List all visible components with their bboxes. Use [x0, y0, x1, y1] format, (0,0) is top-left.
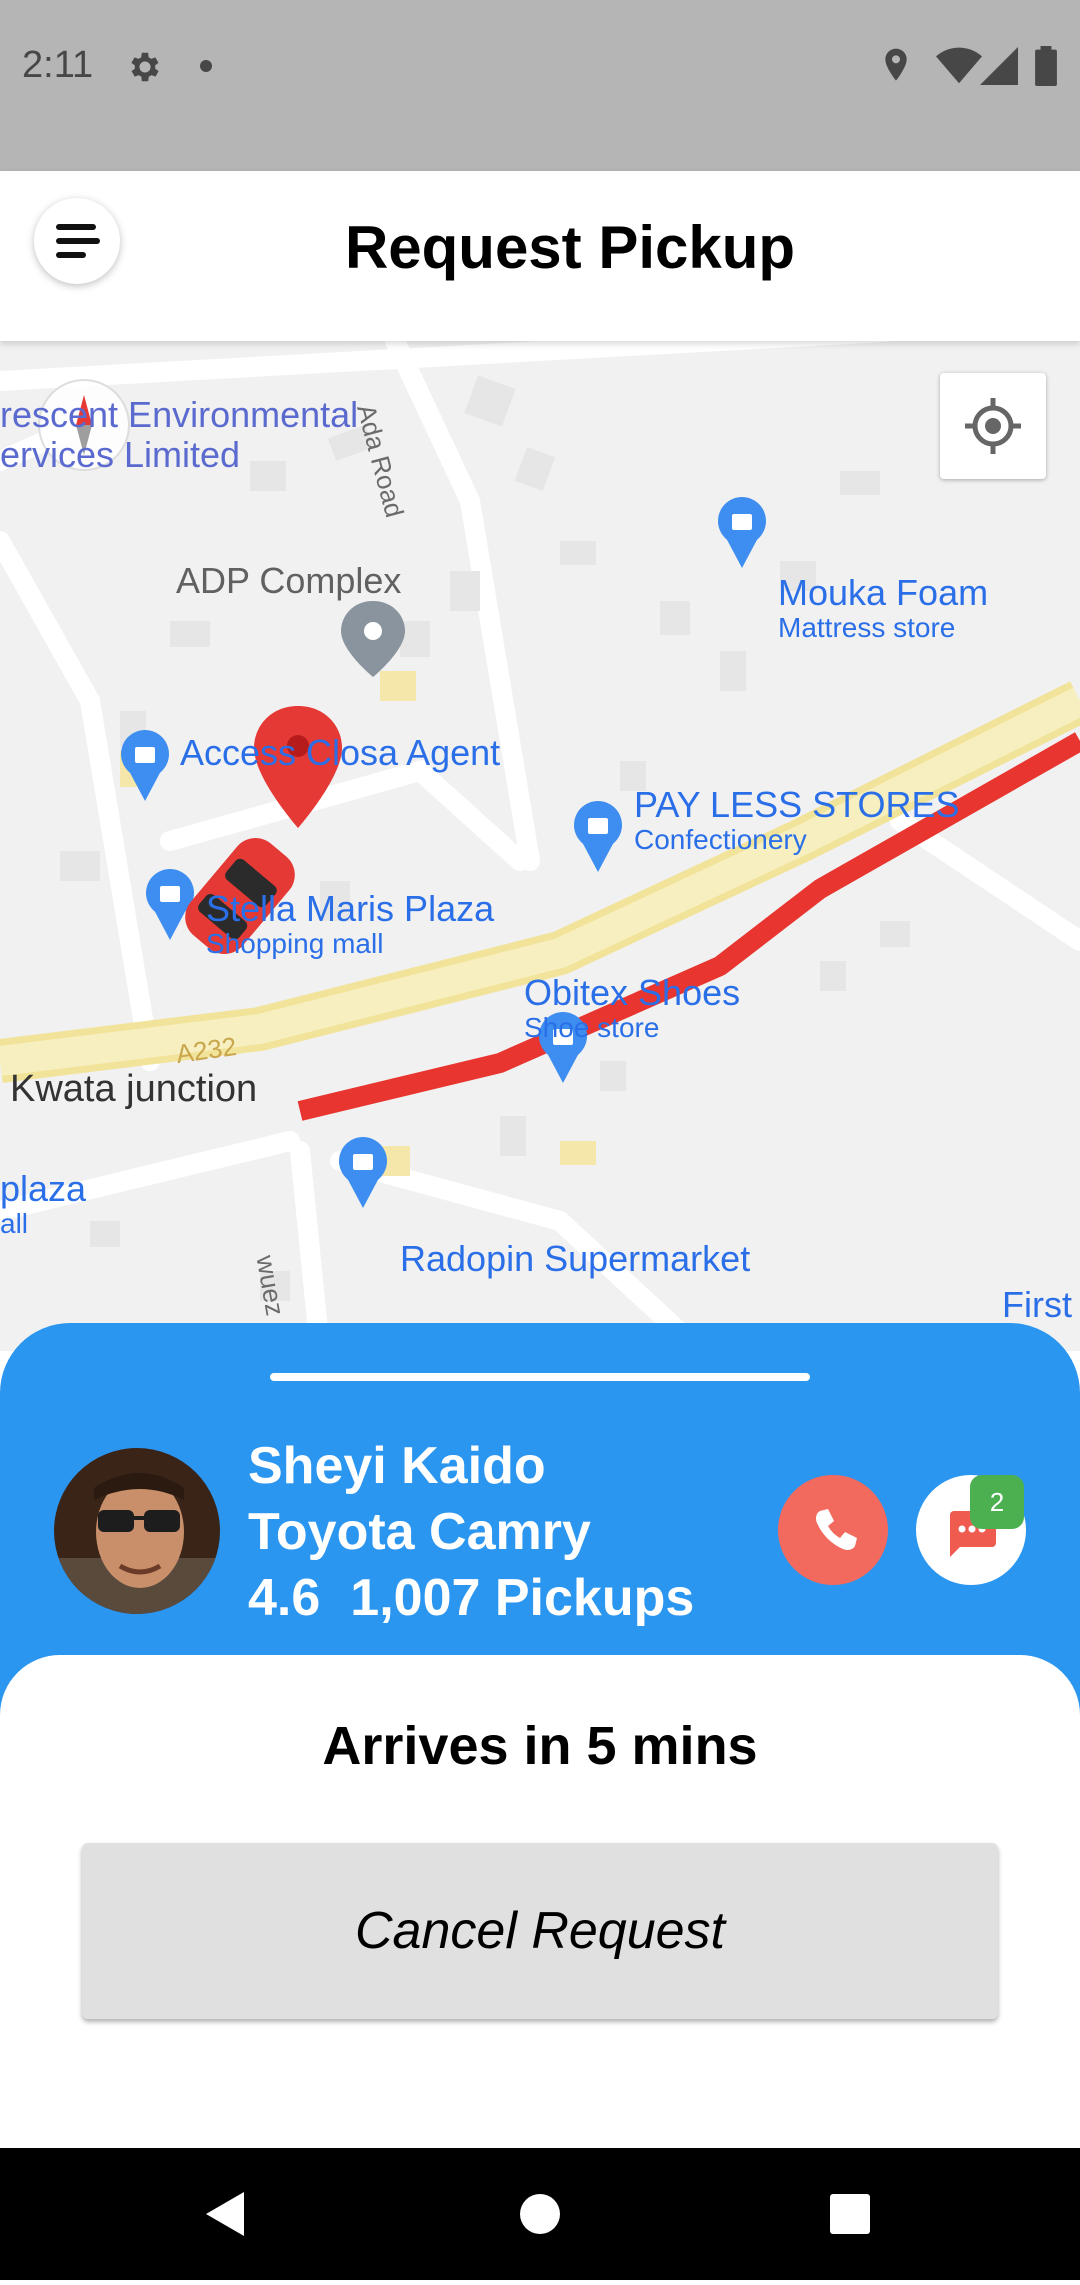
place-label: Stella Maris Plaza	[206, 888, 495, 929]
drag-handle[interactable]	[270, 1373, 810, 1381]
place-crescent[interactable]: rescent Environmental ervices Limited	[0, 395, 358, 474]
place-first[interactable]: First	[1002, 1285, 1072, 1325]
place-type: Confectionery	[634, 823, 807, 855]
settings-icon	[131, 52, 159, 82]
back-icon	[206, 2192, 244, 2236]
home-icon	[520, 2194, 560, 2234]
my-location-icon	[965, 398, 1021, 454]
status-time: 2:11	[22, 44, 94, 86]
status-bar: 2:11	[0, 0, 1080, 171]
place-kwata-junction[interactable]: Kwata junction	[10, 1068, 257, 1111]
driver-name: Sheyi Kaido	[248, 1437, 546, 1495]
notification-dot-icon	[200, 60, 212, 72]
driver-info: Sheyi Kaido Toyota Camry 4.6 1,007 Pickup…	[248, 1433, 724, 1631]
place-label: Mouka Foam	[778, 572, 989, 613]
place-mouka-foam[interactable]: Mouka Foam Mattress store	[778, 573, 988, 643]
driver-car: Toyota Camry	[248, 1503, 591, 1561]
recents-icon	[830, 2194, 870, 2234]
call-driver-button[interactable]	[778, 1475, 888, 1585]
page-title: Request Pickup	[344, 214, 796, 281]
place-type: all	[0, 1207, 29, 1239]
place-label: rescent Environmental	[0, 394, 359, 435]
driver-stats: 4.6 1,007 Pickups	[248, 1565, 724, 1631]
system-nav-bar	[0, 2148, 1080, 2280]
signal-icon	[980, 47, 1018, 85]
driver-pickups: 1,007 Pickups	[350, 1569, 695, 1627]
driver-rating: 4.6	[248, 1569, 321, 1627]
place-label: Obitex Shoes	[524, 972, 741, 1013]
my-location-button[interactable]	[940, 373, 1046, 479]
place-label: PAY LESS STORES	[634, 784, 960, 825]
app-header: Request Pickup	[0, 171, 1080, 341]
place-label: ervices Limited	[0, 433, 241, 475]
phone-icon	[816, 1509, 857, 1550]
place-payless[interactable]: PAY LESS STORES Confectionery	[634, 785, 959, 855]
place-label: plaza	[0, 1168, 87, 1209]
driver-avatar	[54, 1448, 220, 1614]
eta-text: Arrives in 5 mins	[322, 1716, 758, 1776]
place-type: Shopping mall	[206, 927, 384, 959]
map-pin-adp	[341, 601, 405, 677]
unread-messages-badge: 2	[970, 1475, 1024, 1529]
place-type: Mattress store	[778, 611, 956, 643]
location-icon	[885, 48, 907, 81]
place-stella-maris[interactable]: Stella Maris Plaza Shopping mall	[206, 889, 494, 959]
trip-sheet: Arrives in 5 mins Cancel Request	[0, 1655, 1080, 2148]
place-obitex-shoes[interactable]: Obitex Shoes Shoe store	[524, 973, 740, 1043]
place-access-closa[interactable]: Access Closa Agent	[180, 733, 500, 773]
place-plaza[interactable]: plaza all	[0, 1169, 86, 1239]
battery-icon	[1035, 46, 1057, 86]
cancel-request-button[interactable]: Cancel Request	[82, 1843, 998, 2019]
place-radopin[interactable]: Radopin Supermarket	[400, 1239, 750, 1279]
place-type: Shoe store	[524, 1011, 660, 1043]
place-adp-complex[interactable]: ADP Complex	[176, 561, 401, 601]
map-view[interactable]: rescent Environmental ervices Limited Ad…	[0, 341, 1080, 1351]
wifi-icon	[936, 47, 982, 84]
